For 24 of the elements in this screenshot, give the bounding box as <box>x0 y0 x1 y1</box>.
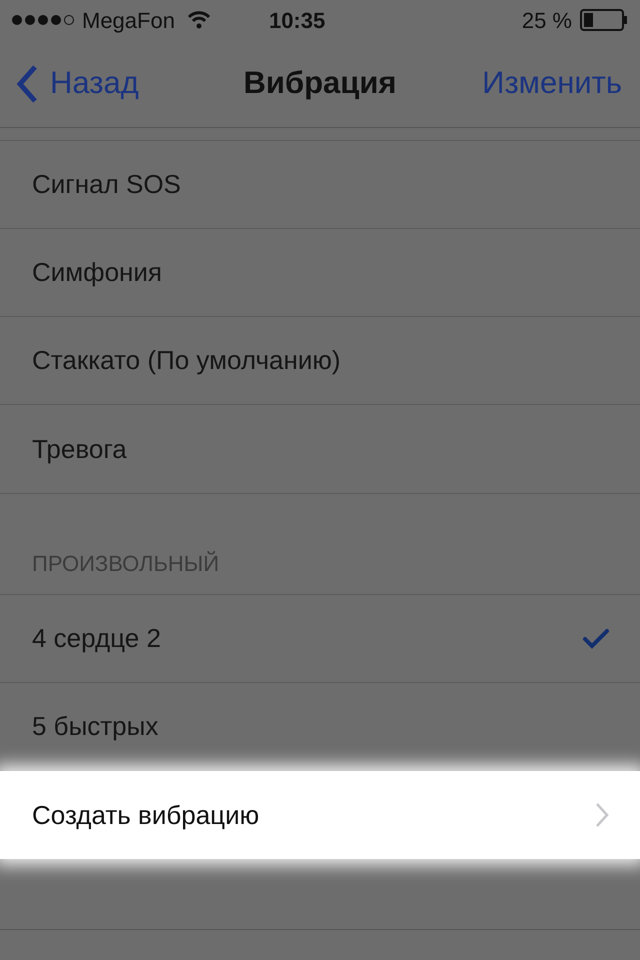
highlighted-row[interactable]: Создать вибрацию <box>0 771 640 859</box>
battery-percent: 25 % <box>522 6 572 34</box>
row-label: 5 быстрых <box>32 710 158 743</box>
chevron-icon <box>594 802 610 828</box>
wifi-icon <box>186 11 211 29</box>
list-row[interactable]: Сигнал SOS <box>0 141 640 229</box>
row-label: Тревога <box>32 432 127 466</box>
carrier-name: MegaFon <box>82 6 175 35</box>
row-label: Создать вибрацию <box>32 798 260 832</box>
row-label: Сигнал SOS <box>32 168 181 201</box>
list-row[interactable]: Тревога <box>0 405 640 493</box>
battery-icon <box>580 9 628 31</box>
edit-button[interactable]: Изменить <box>482 60 622 107</box>
signal-icon <box>12 15 74 25</box>
list-row[interactable]: Стаккато (По умолчанию) <box>0 317 640 405</box>
row-label: 4 сердце 2 <box>32 622 161 655</box>
back-button[interactable]: Назад <box>16 60 139 107</box>
row-label: Симфония <box>32 256 162 289</box>
row-label: Стаккато (По умолчанию) <box>32 344 341 377</box>
list-row[interactable]: Симфония <box>0 229 640 317</box>
nav-title: Вибрация <box>244 64 396 102</box>
list-row[interactable]: 4 сердце 2 <box>0 595 640 683</box>
back-chevron-icon <box>16 64 38 104</box>
clock: 10:35 <box>268 6 326 34</box>
